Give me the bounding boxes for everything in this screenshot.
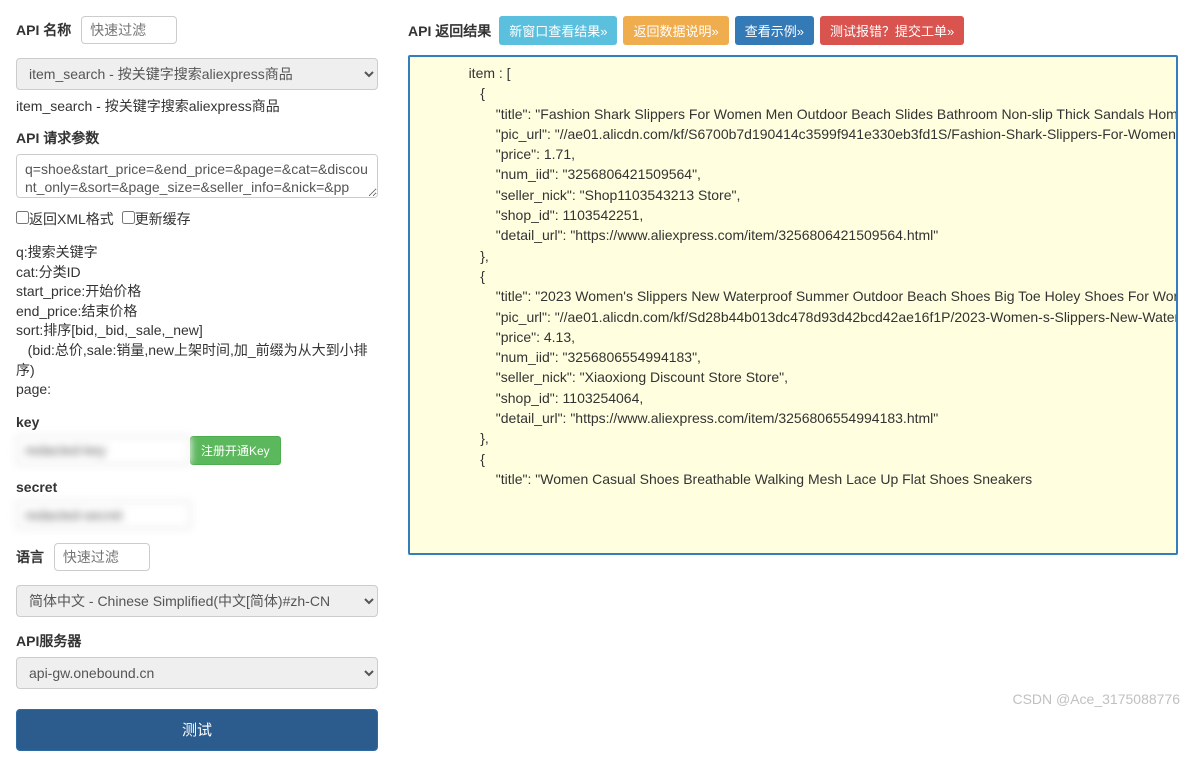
key-label: key (16, 414, 384, 430)
view-example-button[interactable]: 查看示例» (735, 16, 814, 45)
report-error-button[interactable]: 测试报错？提交工单» (820, 16, 964, 45)
checkbox-xml[interactable] (16, 211, 29, 224)
checkbox-cache[interactable] (122, 211, 135, 224)
secret-input[interactable] (16, 501, 191, 529)
key-input[interactable] (16, 436, 191, 465)
api-name-select[interactable]: item_search - 按关键字搜索aliexpress商品 (16, 58, 378, 90)
lang-filter-input[interactable] (54, 543, 150, 571)
api-params-textarea[interactable]: q=shoe&start_price=&end_price=&page=&cat… (16, 154, 378, 198)
checkbox-cache-wrapper[interactable]: 更新缓存 (122, 211, 191, 227)
result-title: API 返回结果 (408, 21, 491, 41)
test-button[interactable]: 测试 (16, 709, 378, 751)
params-help-text: q:搜索关键字 cat:分类ID start_price:开始价格 end_pr… (16, 243, 384, 400)
api-name-label: API 名称 (16, 22, 71, 38)
api-select-caption: item_search - 按关键字搜索aliexpress商品 (16, 96, 384, 116)
form-panel: API 名称 item_search - 按关键字搜索aliexpress商品 … (16, 16, 384, 751)
result-panel: API 返回结果 新窗口查看结果» 返回数据说明» 查看示例» 测试报错？提交工… (408, 16, 1178, 751)
register-key-button[interactable]: 注册开通Key (190, 436, 281, 465)
return-data-desc-button[interactable]: 返回数据说明» (623, 16, 728, 45)
checkbox-xml-wrapper[interactable]: 返回XML格式 (16, 211, 114, 227)
server-select[interactable]: api-gw.onebound.cn (16, 657, 378, 689)
result-json-box[interactable]: item : [ { "title": "Fashion Shark Slipp… (408, 55, 1178, 555)
open-new-window-button[interactable]: 新窗口查看结果» (499, 16, 617, 45)
api-params-label: API 请求参数 (16, 128, 384, 148)
server-label: API服务器 (16, 631, 384, 651)
api-name-filter-input[interactable] (81, 16, 177, 44)
secret-label: secret (16, 479, 384, 495)
lang-label: 语言 (16, 549, 44, 565)
lang-select[interactable]: 简体中文 - Chinese Simplified(中文[简体)#zh-CN (16, 585, 378, 617)
